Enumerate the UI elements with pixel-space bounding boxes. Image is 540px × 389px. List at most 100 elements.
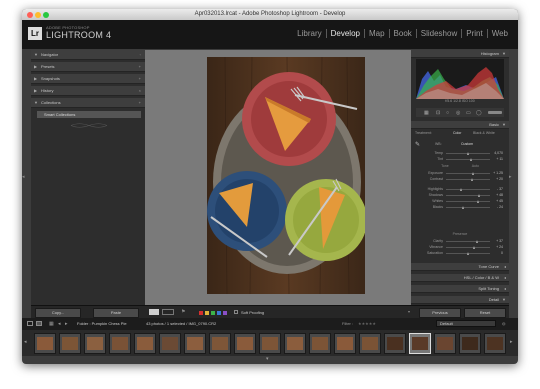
adjustment-brush-icon[interactable] (488, 111, 502, 114)
filmstrip-thumbnail[interactable] (134, 333, 156, 354)
rating-filter-stars[interactable]: ★★★★★ (358, 321, 376, 326)
previous-button[interactable]: Previous (419, 308, 461, 318)
filmstrip-thumbnail-selected[interactable] (409, 333, 431, 354)
panel-header-presets[interactable]: ▶ Presets + (31, 62, 145, 72)
soft-proofing-checkbox[interactable] (234, 310, 238, 314)
treatment-color[interactable]: Color (453, 131, 461, 135)
filmstrip-toggle-icon[interactable]: ▾ (266, 356, 269, 362)
add-icon[interactable]: + (139, 100, 141, 105)
red-eye-icon[interactable]: ◎ (456, 110, 460, 116)
filmstrip-thumbnail[interactable] (284, 333, 306, 354)
panel-header-navigator[interactable]: ▼ Navigator ◦ (31, 50, 145, 60)
red-label-swatch[interactable] (199, 311, 203, 315)
grid-overlay-icon[interactable]: ▦ (424, 110, 429, 116)
module-slideshow[interactable]: Slideshow (417, 29, 463, 38)
filmstrip-thumbnail[interactable] (434, 333, 456, 354)
copy-button[interactable]: Copy... (35, 308, 81, 318)
module-print[interactable]: Print (462, 29, 488, 38)
treatment-bw[interactable]: Black & White (473, 131, 495, 135)
slider-tint[interactable]: Tint + 11 (417, 157, 503, 162)
graduated-filter-icon[interactable]: ▭ (466, 110, 471, 116)
tone-auto-button[interactable]: Auto (472, 164, 479, 168)
green-label-swatch[interactable] (211, 311, 215, 315)
filmstrip-thumbnail[interactable] (109, 333, 131, 354)
add-icon[interactable]: + (139, 76, 141, 81)
right-panel-toggle-icon[interactable]: ▸ (509, 174, 518, 184)
photo-canvas[interactable] (145, 50, 411, 305)
blue-label-swatch[interactable] (217, 311, 221, 315)
toolbar-menu-icon[interactable]: ▾ (408, 309, 410, 314)
panel-end-ornament-icon (70, 123, 108, 128)
filmstrip-thumbnail[interactable] (484, 333, 506, 354)
module-library[interactable]: Library (293, 29, 327, 38)
purple-label-swatch[interactable] (223, 311, 227, 315)
flag-icon[interactable]: ⚑ (181, 309, 185, 315)
filmstrip-thumbnail[interactable] (384, 333, 406, 354)
filmstrip-thumbnail[interactable] (159, 333, 181, 354)
filmstrip-thumbnail[interactable] (184, 333, 206, 354)
filmstrip-thumbnail[interactable] (334, 333, 356, 354)
panel-header-collections[interactable]: ▼ Collections + (31, 98, 145, 108)
slider-clarity[interactable]: Clarity + 37 (417, 239, 503, 244)
slider-shadows[interactable]: Shadows + 48 (417, 193, 503, 198)
filmstrip-thumbnail[interactable] (259, 333, 281, 354)
slider-whites[interactable]: Whites + 45 (417, 199, 503, 204)
filmstrip-scroll-right-icon[interactable]: ▸ (510, 339, 513, 345)
panel-header-history[interactable]: ▶ History × (31, 86, 145, 96)
before-after-icon[interactable] (162, 309, 174, 315)
filmstrip-thumbnail[interactable] (34, 333, 56, 354)
module-map[interactable]: Map (365, 29, 390, 38)
crop-icon[interactable]: ⊡ (436, 110, 440, 116)
main-window-icon[interactable] (27, 321, 33, 326)
filmstrip-thumbnail[interactable] (459, 333, 481, 354)
filmstrip-thumbnail[interactable] (309, 333, 331, 354)
tone-section-label: Tone Auto (441, 164, 479, 168)
reset-button[interactable]: Reset (464, 308, 506, 318)
forward-arrow-icon[interactable]: ▸ (65, 321, 68, 327)
panel-header-snapshots[interactable]: ▶ Snapshots + (31, 74, 145, 84)
slider-vibrance[interactable]: Vibrance + 24 (417, 245, 503, 250)
slider-saturation[interactable]: Saturation 0 (417, 251, 503, 256)
yellow-label-swatch[interactable] (205, 311, 209, 315)
left-panel-toggle-icon[interactable]: ◂ (22, 174, 31, 184)
panel-header-split-toning[interactable]: Split Toning ◂ (411, 285, 509, 293)
filter-preset-select[interactable]: Default (436, 320, 496, 327)
radial-filter-icon[interactable]: ◯ (476, 110, 482, 116)
white-balance-eyedropper-icon[interactable]: ✎ (415, 141, 420, 148)
clear-icon[interactable]: × (139, 88, 141, 93)
module-web[interactable]: Web (488, 29, 512, 38)
back-arrow-icon[interactable]: ◂ (58, 321, 61, 327)
slider-contrast[interactable]: Contrast + 20 (417, 177, 503, 182)
fit-icon[interactable]: ◦ (140, 52, 141, 57)
module-develop[interactable]: Develop (327, 29, 365, 38)
loupe-view-icon[interactable] (149, 309, 159, 315)
grid-view-icon[interactable]: ▦ (49, 321, 54, 327)
filmstrip-thumbnail[interactable] (209, 333, 231, 354)
module-book[interactable]: Book (390, 29, 417, 38)
slider-exposure[interactable]: Exposure + 1.25 (417, 171, 503, 176)
left-panel: ▼ Navigator ◦ ▶ Presets + ▶ Snapshots + … (31, 50, 145, 305)
panel-header-histogram[interactable]: Histogram ▼ (411, 50, 509, 58)
spot-removal-icon[interactable]: ○ (446, 110, 449, 116)
histogram-graph[interactable] (416, 59, 504, 99)
panel-header-basic[interactable]: Basic ▼ (411, 121, 509, 129)
filmstrip-thumbnail[interactable] (359, 333, 381, 354)
filter-lock-icon[interactable]: ◍ (502, 321, 506, 326)
filmstrip-thumbnail[interactable] (234, 333, 256, 354)
module-picker: Library Develop Map Book Slideshow Print… (293, 29, 512, 38)
panel-header-detail[interactable]: Detail ▼ (411, 296, 509, 304)
filmstrip-scroll-left-icon[interactable]: ◂ (24, 339, 27, 345)
slider-blacks[interactable]: Blacks - 24 (417, 205, 503, 210)
wb-select[interactable]: Custom (461, 142, 473, 146)
panel-header-hsl[interactable]: HSL / Color / B & W ◂ (411, 274, 509, 282)
filmstrip-source[interactable]: Folder : Pumpkin Chess Pie (77, 321, 127, 326)
filmstrip-thumbnail[interactable] (84, 333, 106, 354)
filmstrip-thumbnail[interactable] (59, 333, 81, 354)
panel-header-tone-curve[interactable]: Tone Curve ◂ (411, 263, 509, 271)
slider-temp[interactable]: Temp 4,070 (417, 151, 503, 156)
add-icon[interactable]: + (139, 64, 141, 69)
panel-header-label: Detail (488, 297, 499, 302)
slider-highlights[interactable]: Highlights - 37 (417, 187, 503, 192)
second-window-icon[interactable] (36, 321, 42, 326)
paste-button[interactable]: Paste (93, 308, 139, 318)
